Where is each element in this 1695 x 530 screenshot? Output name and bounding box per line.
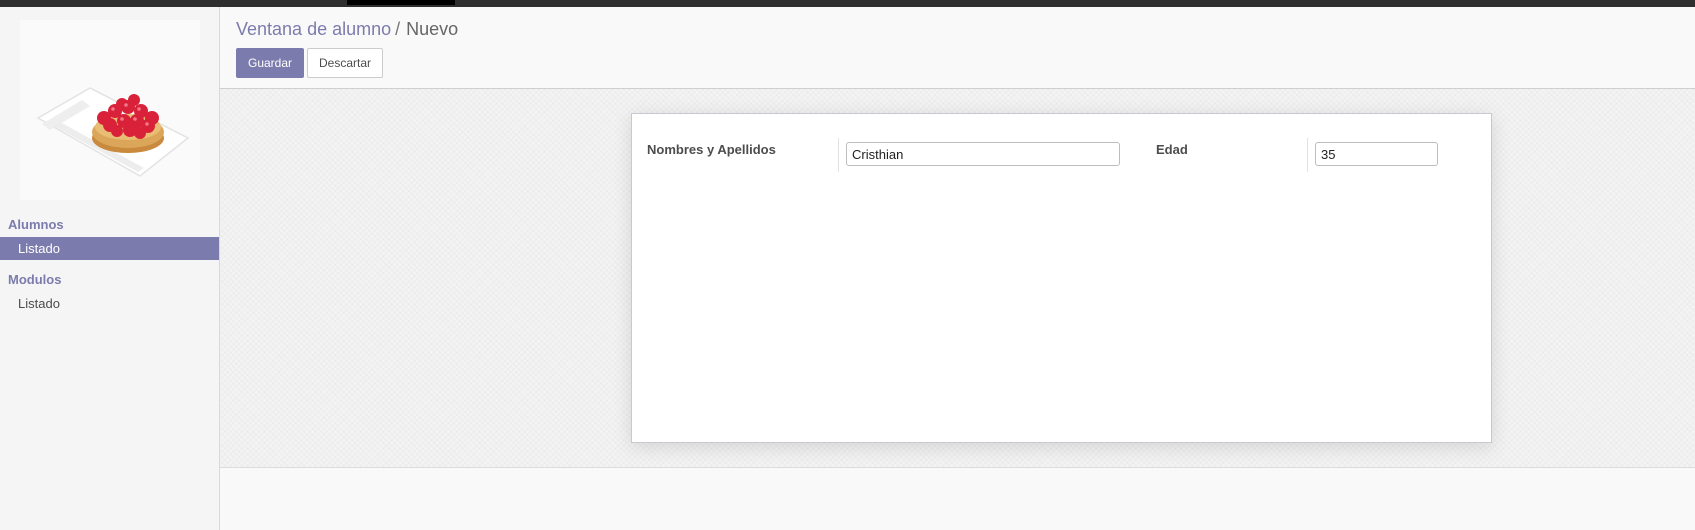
age-label: Edad	[1156, 142, 1188, 157]
menu-section-modulos: Modulos	[8, 272, 62, 287]
company-logo	[20, 20, 200, 200]
fruit-tart-icon	[36, 87, 190, 177]
content-footer-area	[220, 468, 1695, 530]
discard-button[interactable]: Descartar	[307, 48, 384, 78]
active-app-tab[interactable]	[347, 0, 455, 5]
menu-section-alumnos: Alumnos	[8, 217, 64, 232]
breadcrumb-separator: /	[395, 19, 401, 39]
form-sheet: Nombres y Apellidos Edad	[631, 113, 1492, 443]
sidebar-item-modulos-listado[interactable]: Listado	[0, 292, 219, 315]
name-input[interactable]	[846, 142, 1120, 166]
age-input[interactable]	[1315, 142, 1438, 166]
field-divider	[838, 138, 839, 172]
breadcrumb: Ventana de alumno / Nuevo	[236, 19, 458, 40]
sidebar: Alumnos Listado Modulos Listado	[0, 7, 220, 530]
breadcrumb-parent-link[interactable]: Ventana de alumno	[236, 19, 391, 39]
top-navbar	[0, 0, 1695, 7]
breadcrumb-current: Nuevo	[406, 19, 459, 39]
save-button[interactable]: Guardar	[236, 48, 305, 78]
control-panel: Ventana de alumno / Nuevo Guardar Descarta…	[220, 7, 1695, 89]
name-label: Nombres y Apellidos	[647, 142, 776, 157]
sidebar-item-alumnos-listado[interactable]: Listado	[0, 237, 219, 260]
field-divider	[1307, 138, 1308, 172]
form-view: Nombres y Apellidos Edad	[220, 89, 1695, 468]
